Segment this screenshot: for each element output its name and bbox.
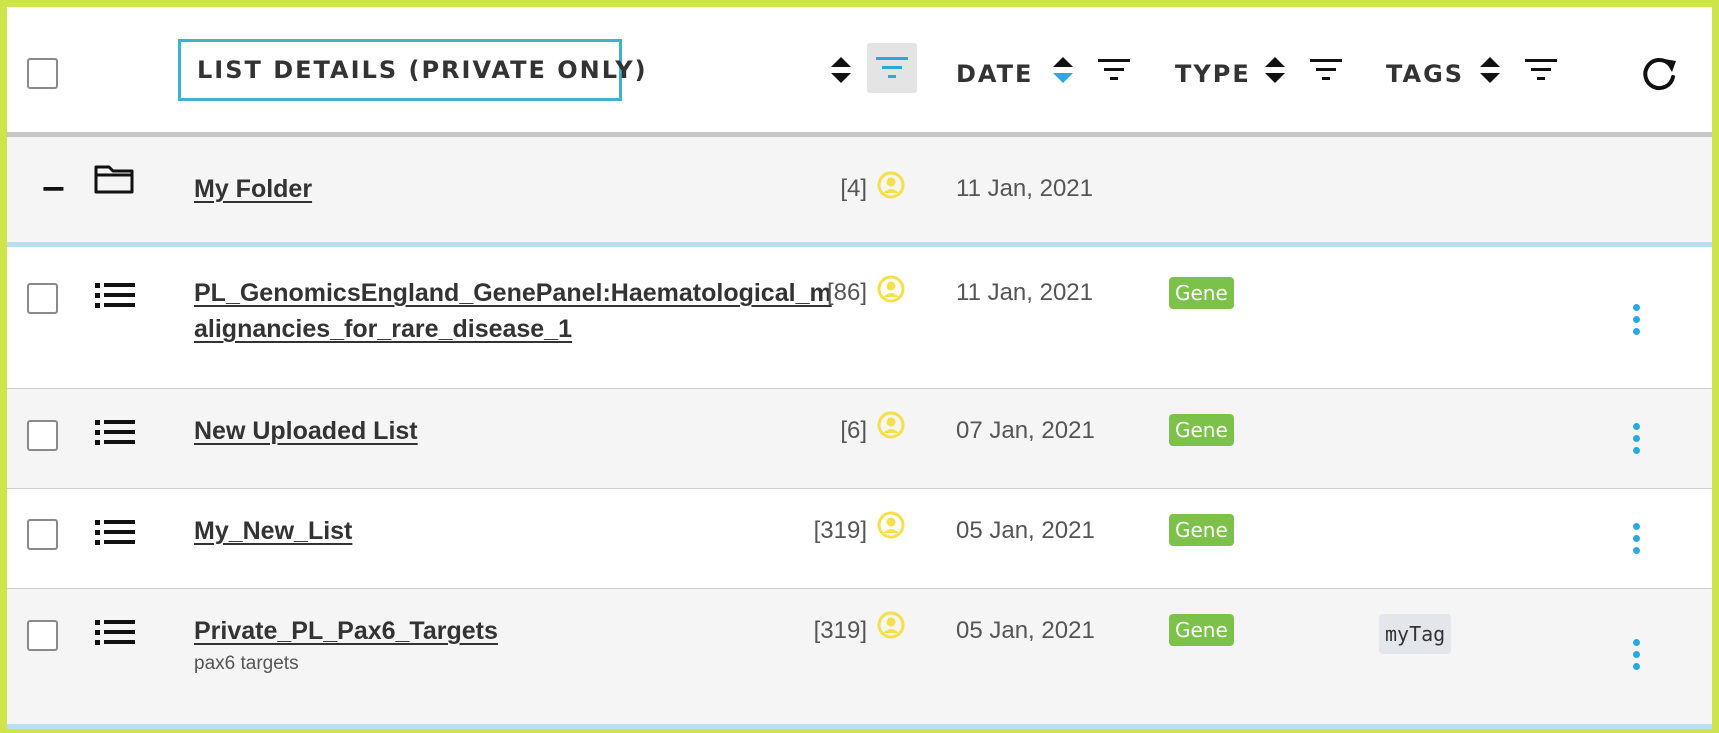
table-header: LIST DETAILS (PRIVATE ONLY) DATE TYPE TA…	[7, 7, 1712, 137]
type-badge: Gene	[1169, 414, 1234, 446]
list-name-link[interactable]: My_New_List	[194, 513, 352, 549]
owner-user-circle-icon	[877, 611, 905, 639]
folder-item-count: [4]	[840, 175, 867, 202]
row-checkbox[interactable]	[27, 519, 58, 550]
list-description: pax6 targets	[194, 653, 299, 674]
row-checkbox[interactable]	[27, 283, 58, 314]
list-name-line2: alignancies_for_rare_disease_1	[194, 315, 573, 343]
list-date: 07 Jan, 2021	[956, 417, 1095, 444]
tags-sort-icon[interactable]	[1479, 55, 1501, 85]
tags-filter-icon[interactable]	[1525, 58, 1557, 82]
type-badge: Gene	[1169, 277, 1234, 309]
collapse-folder-icon[interactable]: −	[40, 169, 67, 207]
owner-user-circle-icon	[877, 411, 905, 439]
list-item-count: [319]	[813, 517, 867, 544]
list-row[interactable]: New Uploaded List [6] 07 Jan, 2021 Gene	[7, 389, 1712, 489]
type-filter-icon[interactable]	[1310, 58, 1342, 82]
name-filter-button[interactable]	[867, 43, 917, 93]
owner-user-circle-icon	[877, 171, 905, 199]
type-sort-icon[interactable]	[1264, 55, 1286, 85]
list-name-link[interactable]: New Uploaded List	[194, 413, 418, 449]
folder-name-link[interactable]: My Folder	[194, 171, 312, 207]
owner-user-circle-icon	[877, 511, 905, 539]
list-row[interactable]: Private_PL_Pax6_Targets pax6 targets [31…	[7, 589, 1712, 729]
list-manager-panel: LIST DETAILS (PRIVATE ONLY) DATE TYPE TA…	[0, 0, 1719, 733]
list-icon	[95, 620, 135, 645]
list-name-line1: PL_GenomicsEngland_GenePanel:Haematologi…	[194, 279, 832, 307]
select-all-checkbox[interactable]	[27, 58, 58, 89]
date-filter-icon[interactable]	[1098, 58, 1130, 82]
kebab-menu-icon[interactable]	[1630, 423, 1642, 459]
type-column-label: TYPE	[1175, 60, 1251, 88]
kebab-menu-icon[interactable]	[1630, 304, 1642, 340]
refresh-icon[interactable]	[1640, 55, 1678, 93]
kebab-menu-icon[interactable]	[1630, 639, 1642, 675]
list-item-count: [6]	[840, 417, 867, 444]
list-details-label: LIST DETAILS (PRIVATE ONLY)	[197, 56, 648, 84]
row-checkbox[interactable]	[27, 420, 58, 451]
folder-date: 11 Jan, 2021	[956, 175, 1094, 202]
name-filter-icon	[876, 57, 908, 78]
list-date: 11 Jan, 2021	[956, 279, 1094, 306]
list-icon	[95, 420, 135, 445]
list-date: 05 Jan, 2021	[956, 617, 1095, 644]
type-badge: Gene	[1169, 514, 1234, 546]
list-date: 05 Jan, 2021	[956, 517, 1095, 544]
tags-column-label: TAGS	[1386, 60, 1465, 88]
row-checkbox[interactable]	[27, 620, 58, 651]
date-column-label: DATE	[956, 60, 1034, 88]
kebab-menu-icon[interactable]	[1630, 523, 1642, 559]
name-sort-icon[interactable]	[830, 55, 852, 85]
list-icon	[95, 283, 135, 308]
list-row[interactable]: PL_GenomicsEngland_GenePanel:Haematologi…	[7, 247, 1712, 389]
type-badge: Gene	[1169, 614, 1234, 646]
list-name-link[interactable]: Private_PL_Pax6_Targets	[194, 613, 498, 649]
owner-user-circle-icon	[877, 275, 905, 303]
list-details-header[interactable]: LIST DETAILS (PRIVATE ONLY)	[178, 39, 646, 101]
list-row[interactable]: My_New_List [319] 05 Jan, 2021 Gene	[7, 489, 1712, 589]
tag-chip[interactable]: myTag	[1379, 614, 1452, 654]
date-sort-icon[interactable]	[1052, 55, 1074, 85]
folder-row[interactable]: − My Folder [4] 11 Jan, 2021	[7, 137, 1712, 247]
list-item-count: [86]	[826, 279, 867, 306]
folder-icon	[94, 165, 134, 194]
list-name-link[interactable]: PL_GenomicsEngland_GenePanel:Haematologi…	[194, 275, 832, 347]
list-icon	[95, 520, 135, 545]
list-item-count: [319]	[813, 617, 867, 644]
